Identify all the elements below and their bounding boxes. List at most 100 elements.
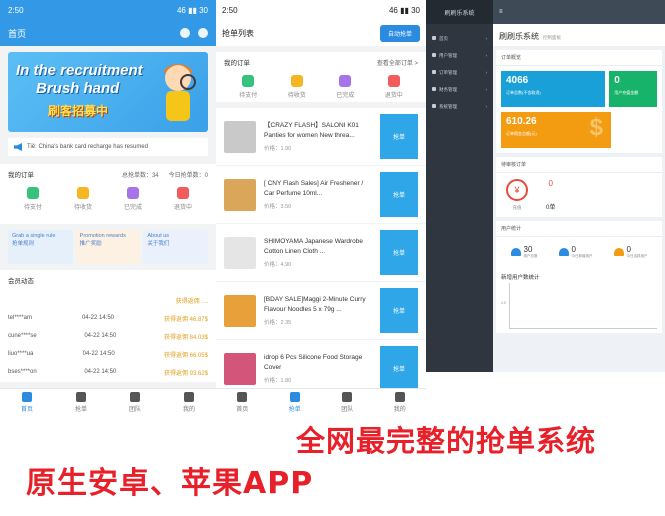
- event-time: 04-22 14:50: [82, 351, 115, 357]
- new-users-chart: 0.5: [501, 283, 657, 333]
- tab-0[interactable]: 首页: [21, 392, 33, 413]
- menu-toggle-icon[interactable]: ≡: [499, 9, 503, 15]
- order-status-label: 待支付: [23, 205, 42, 211]
- home-screen: 2:50 46 ▮▮ 30 首页 In the recruitment Brus…: [0, 0, 216, 416]
- admin-menu-label: 财务管理: [439, 86, 457, 92]
- tab-3[interactable]: 我的: [183, 392, 195, 413]
- view-all-orders-link[interactable]: 查看全部订单 >: [377, 58, 418, 67]
- tile-title-en: Promotion rewards: [79, 233, 126, 239]
- admin-menu-item-3[interactable]: 财务管理 ›: [426, 81, 493, 98]
- chevron-right-icon: ›: [485, 104, 488, 109]
- product-price: 价格：3.50: [264, 204, 292, 211]
- order-status-3[interactable]: 退货中: [174, 187, 192, 211]
- tab-1[interactable]: 抢单: [75, 392, 87, 413]
- order-status-1[interactable]: 待收货: [288, 75, 306, 99]
- tab-0[interactable]: 首页: [236, 392, 248, 413]
- admin-menu-item-4[interactable]: 系统管理 ›: [426, 98, 493, 115]
- dollar-icon: $: [589, 114, 603, 141]
- order-status-label: 已完成: [336, 93, 355, 99]
- slogan-line1: 全网最完整的抢单系统: [296, 424, 597, 458]
- tab-1[interactable]: 抢单: [289, 392, 301, 413]
- menu-item-icon: [432, 86, 436, 91]
- tile-title-en: Grab a single rule: [12, 233, 56, 239]
- product-card: 【CRAZY FLASH】SALONI K01 Panties for wome…: [216, 108, 426, 165]
- order-status-3[interactable]: 退货中: [385, 75, 403, 99]
- product-name: idrop 6 Pcs Silicone Food Storage Cover: [264, 353, 363, 371]
- product-thumbnail: [224, 352, 256, 385]
- grab-order-button[interactable]: 抢单: [380, 114, 418, 159]
- banner-line1: In the recruitment: [16, 62, 143, 79]
- order-status-2[interactable]: 已完成: [336, 75, 354, 99]
- order-overview-panel: 订单概览 4066 订单总数(不含取消) 0 用户充值金额 610.26 订单佣…: [496, 50, 662, 153]
- team-icon: [342, 392, 353, 402]
- admin-menu-item-1[interactable]: 用户管理 ›: [426, 47, 493, 64]
- member-name: bses****on: [8, 369, 37, 375]
- tab-3[interactable]: 我的: [394, 392, 406, 413]
- product-card: [ CNY Flash Sales] Air Freshener / Car P…: [216, 166, 426, 223]
- order-status-0[interactable]: 待支付: [239, 75, 257, 99]
- grab-order-button[interactable]: 抢单: [380, 346, 418, 391]
- admin-main: ≡ 刷刷乐系统 控制面板 订单概览 4066 订单总数(不含取消) 0 用户充值…: [493, 0, 665, 372]
- product-thumbnail: [224, 178, 256, 211]
- team-icon: [129, 392, 140, 402]
- admin-menu-item-2[interactable]: 订单管理 ›: [426, 64, 493, 81]
- profile-icon: [183, 392, 194, 402]
- service-icon[interactable]: [180, 28, 190, 38]
- bottom-tab-bar: 首页 抢单 团队 我的: [0, 388, 216, 416]
- user-stats-title: 用户统计: [496, 221, 662, 237]
- notice-text: Tiě: China's bank card recharge has resu…: [27, 144, 148, 150]
- banner-line3: 刷客招募中: [48, 104, 109, 118]
- order-status-icon: [387, 75, 400, 87]
- grab-order-button[interactable]: 抢单: [380, 288, 418, 333]
- grab-order-button[interactable]: 抢单: [380, 230, 418, 275]
- product-info: idrop 6 Pcs Silicone Food Storage Cover 价…: [264, 353, 374, 385]
- auto-grab-button[interactable]: 自动抢单: [379, 24, 420, 42]
- shortcut-tile-0[interactable]: Grab a single rule 抢单规则: [8, 230, 73, 264]
- profile-icon: [394, 392, 405, 402]
- cartoon-person-icon: [164, 64, 196, 121]
- bell-icon[interactable]: [198, 28, 208, 38]
- chevron-right-icon: ›: [485, 87, 488, 92]
- home-icon: [237, 392, 248, 402]
- recruitment-banner[interactable]: In the recruitment Brush hand 刷客招募中: [8, 52, 208, 132]
- tab-2[interactable]: 团队: [129, 392, 141, 413]
- stat-card-commission: 610.26 订单佣金总额(元) $: [501, 112, 611, 148]
- order-status-0[interactable]: 待支付: [24, 187, 42, 211]
- order-status-1[interactable]: 待收货: [74, 187, 92, 211]
- dynamics-row: 获得返佣 ....: [8, 291, 208, 309]
- slogan-line2: 原生安卓、苹果APP: [26, 466, 314, 501]
- stat-card-recharge: 0 用户充值金额: [609, 71, 657, 107]
- event-time: 04-22 14:50: [84, 369, 117, 375]
- product-name: [BDAY SALE]Maggi 2-Minute Curry Flavour …: [264, 295, 366, 313]
- admin-menu-left: 首页: [432, 35, 448, 42]
- shortcut-tile-1[interactable]: Promotion rewards 推广奖励: [75, 230, 141, 264]
- page-title: 抢单列表: [222, 28, 254, 38]
- order-status-2[interactable]: 已完成: [124, 187, 142, 211]
- event-time: 04-22 14:50: [84, 333, 117, 339]
- member-name: liuo****ua: [8, 351, 34, 357]
- grab-order-button[interactable]: 抢单: [380, 172, 418, 217]
- commission-amount: 获得返佣 93.62$: [163, 370, 208, 377]
- chevron-right-icon: ›: [485, 53, 488, 58]
- order-status-icon: [76, 187, 89, 199]
- admin-menu-item-0[interactable]: 首页 ›: [426, 30, 493, 47]
- total-grabs: 总抢单数：34: [121, 172, 159, 179]
- tab-2[interactable]: 团队: [341, 392, 353, 413]
- orders-title: 我的订单: [224, 60, 250, 67]
- product-info: [BDAY SALE]Maggi 2-Minute Curry Flavour …: [264, 295, 374, 327]
- order-status-label: 退货中: [384, 93, 403, 99]
- orders-total-label: 订单总数(不含取消): [506, 90, 541, 95]
- admin-menu-label: 用户管理: [439, 52, 457, 58]
- shortcut-tile-2[interactable]: About us 关于我们: [143, 230, 209, 264]
- commission-amount: 获得返佣 ....: [175, 298, 208, 305]
- order-status-icon: [242, 75, 255, 87]
- menu-item-icon: [432, 52, 436, 57]
- notice-bar[interactable]: Tiě: China's bank card recharge has resu…: [8, 138, 208, 156]
- product-info: SHIMOYAMA Japanese Wardrobe Cotton Linen…: [264, 237, 374, 269]
- users-icon: [613, 248, 624, 256]
- user-stat-label: 今日新增用户: [571, 254, 593, 258]
- admin-menu-label: 首页: [439, 35, 448, 41]
- screenshot-root: 2:50 46 ▮▮ 30 首页 In the recruitment Brus…: [0, 0, 665, 516]
- order-status-label: 已完成: [123, 205, 142, 211]
- dynamics-row: tel****am 04-22 14:50 获得返佣 46.87$: [8, 309, 208, 327]
